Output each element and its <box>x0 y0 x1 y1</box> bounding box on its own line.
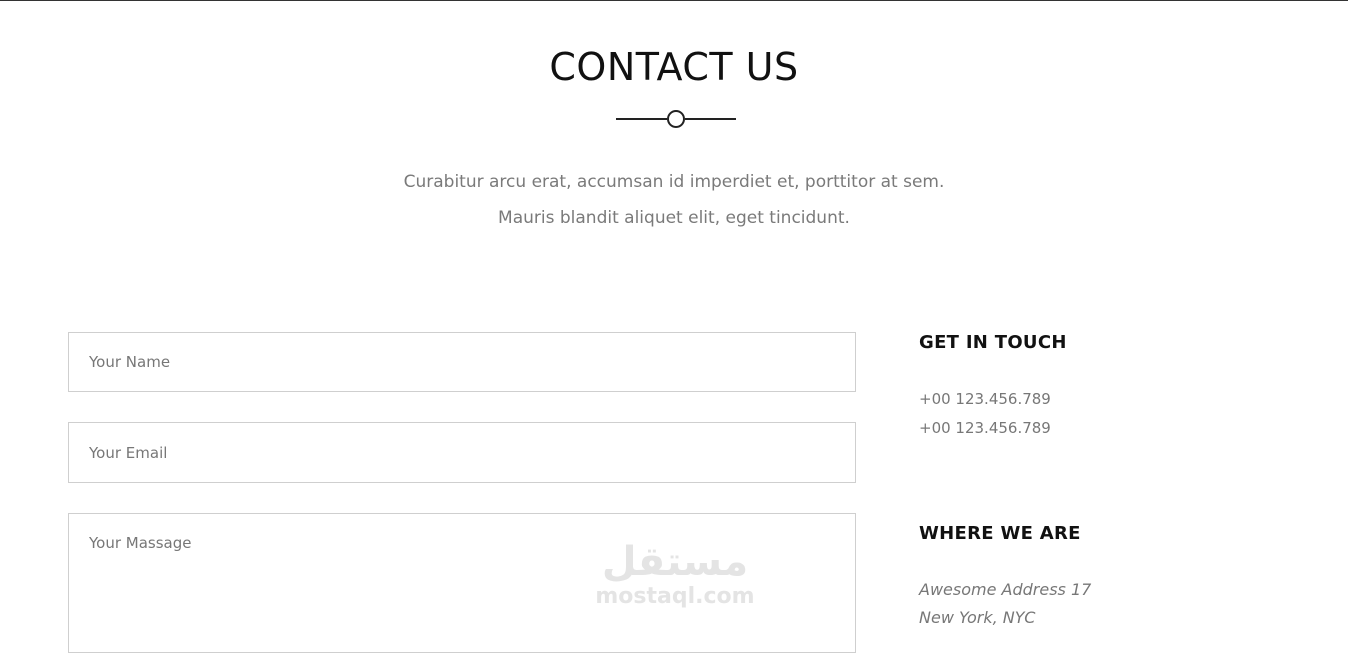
top-border <box>0 0 1348 1</box>
message-textarea[interactable] <box>68 513 856 653</box>
email-input[interactable] <box>68 422 856 483</box>
where-we-are-section: WHERE WE ARE <box>919 523 1081 544</box>
divider-circle-icon <box>667 110 685 128</box>
phone-number-2: +00 123.456.789 <box>919 419 1051 437</box>
address-block: Awesome Address 17 New York, NYC <box>919 576 1091 632</box>
address-line-2: New York, NYC <box>919 608 1036 627</box>
page-title: CONTACT US <box>549 45 799 89</box>
phone-number-1: +00 123.456.789 <box>919 390 1051 408</box>
get-in-touch-section: GET IN TOUCH <box>919 332 1067 353</box>
divider-line-left <box>616 118 667 120</box>
address-line-1: Awesome Address 17 <box>919 580 1092 599</box>
divider-line-right <box>685 118 736 120</box>
get-in-touch-heading: GET IN TOUCH <box>919 332 1067 353</box>
where-we-are-heading: WHERE WE ARE <box>919 523 1081 544</box>
intro-line-1: Curabitur arcu erat, accumsan id imperdi… <box>403 172 945 192</box>
phone-list: +00 123.456.789 +00 123.456.789 <box>919 385 1051 443</box>
title-divider <box>616 109 736 129</box>
intro-line-2: Mauris blandit aliquet elit, eget tincid… <box>498 208 850 228</box>
name-input[interactable] <box>68 332 856 392</box>
intro-text: Curabitur arcu erat, accumsan id imperdi… <box>0 164 1348 236</box>
